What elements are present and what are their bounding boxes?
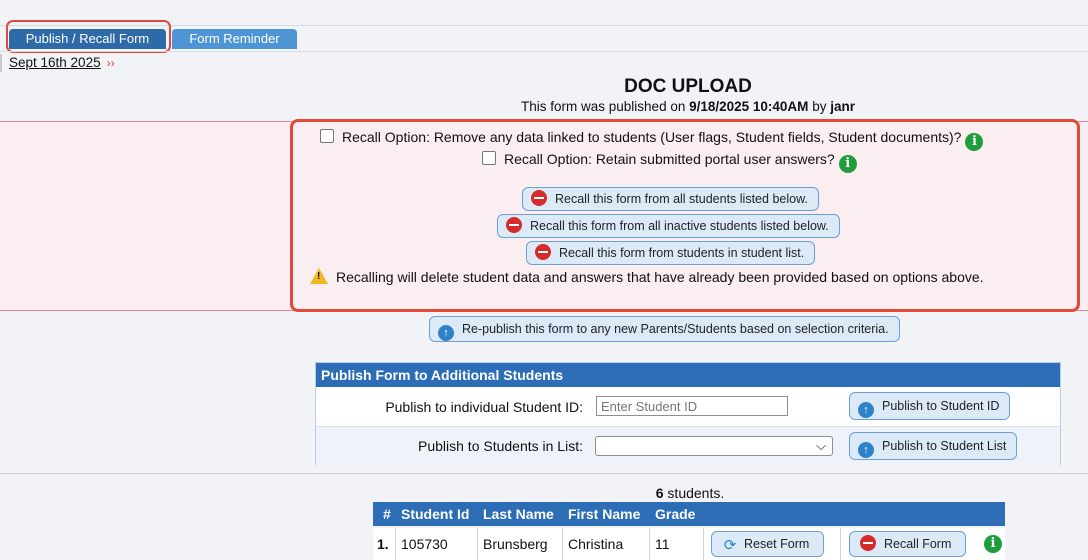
reset-form-label: Reset Form bbox=[744, 537, 810, 551]
cell-divider bbox=[562, 528, 563, 560]
cell-divider bbox=[477, 528, 478, 560]
republish-label: Re-publish this form to any new Parents/… bbox=[462, 322, 889, 336]
publish-info-prefix: This form was published on bbox=[521, 99, 690, 114]
retain-answers-checkbox[interactable] bbox=[482, 151, 496, 165]
first-name-cell: Christina bbox=[568, 536, 624, 552]
publish-student-list-label: Publish to Student List bbox=[882, 439, 1007, 453]
warning-icon: ! bbox=[310, 268, 328, 284]
row-number: 1. bbox=[377, 536, 389, 552]
student-count-number: 6 bbox=[655, 485, 664, 501]
breadcrumb-date-link[interactable]: Sept 16th 2025 bbox=[9, 55, 101, 70]
arrow-up-icon: ↑ bbox=[438, 325, 454, 341]
reset-form-button[interactable]: ⟳ Reset Form bbox=[711, 531, 825, 557]
breadcrumb: Sept 16th 2025 ›› bbox=[0, 54, 115, 72]
recall-form-button[interactable]: Recall Form bbox=[849, 531, 967, 557]
recall-list-label: Recall this form from students in studen… bbox=[559, 246, 805, 260]
recall-warning: ! Recalling will delete student data and … bbox=[310, 268, 984, 286]
cell-divider bbox=[649, 528, 650, 560]
publish-student-id-row: Publish to individual Student ID: ↑ Publi… bbox=[316, 387, 1060, 427]
no-entry-icon bbox=[860, 535, 876, 551]
no-entry-icon bbox=[535, 244, 551, 260]
publish-user: janr bbox=[830, 99, 855, 114]
form-title: DOC UPLOAD bbox=[624, 76, 752, 97]
section-divider bbox=[0, 473, 1088, 474]
tab-publish-recall[interactable]: Publish / Recall Form bbox=[9, 29, 166, 49]
cell-divider bbox=[840, 528, 841, 560]
no-entry-icon bbox=[531, 190, 547, 206]
info-icon[interactable]: i bbox=[838, 155, 857, 173]
info-icon[interactable]: i bbox=[984, 535, 1002, 553]
publish-list-row: Publish to Students in List: ⌵ ↑ Publish … bbox=[316, 427, 1060, 465]
column-header-first-name[interactable]: First Name bbox=[568, 502, 640, 526]
recall-option-remove-data: Recall Option: Remove any data linked to… bbox=[320, 128, 984, 151]
tab-form-reminder[interactable]: Form Reminder bbox=[172, 29, 297, 49]
table-header: # Student Id Last Name First Name Grade bbox=[373, 502, 1005, 526]
recall-inactive-label: Recall this form from all inactive stude… bbox=[530, 219, 829, 233]
arrow-up-icon: ↑ bbox=[858, 402, 874, 418]
student-count: 6 students. bbox=[560, 485, 820, 501]
remove-data-checkbox[interactable] bbox=[320, 129, 334, 143]
publish-student-id-button[interactable]: ↑ Publish to Student ID bbox=[849, 392, 1011, 420]
student-list-select[interactable]: ⌵ bbox=[595, 436, 833, 456]
recall-list-button[interactable]: Recall this form from students in studen… bbox=[526, 241, 816, 265]
publish-info: This form was published on 9/18/2025 10:… bbox=[0, 99, 1088, 114]
recall-warning-text: Recalling will delete student data and a… bbox=[336, 269, 984, 285]
arrow-up-icon: ↑ bbox=[858, 442, 874, 458]
table-row: 1. 105730 Brunsberg Christina 11 ⟳ Reset … bbox=[373, 528, 1005, 560]
column-header-last-name[interactable]: Last Name bbox=[483, 502, 554, 526]
remove-data-label: Recall Option: Remove any data linked to… bbox=[342, 129, 962, 145]
last-name-cell: Brunsberg bbox=[483, 536, 548, 552]
recall-option-retain-answers: Recall Option: Retain submitted portal u… bbox=[482, 150, 857, 173]
publish-date: 9/18/2025 10:40AM bbox=[689, 99, 809, 114]
recall-inactive-button[interactable]: Recall this form from all inactive stude… bbox=[497, 214, 840, 238]
column-header-number: # bbox=[383, 506, 391, 522]
publish-panel: Publish Form to Additional Students Publ… bbox=[315, 362, 1061, 465]
student-id-label: Publish to individual Student ID: bbox=[385, 399, 583, 415]
republish-button[interactable]: ↑ Re-publish this form to any new Parents… bbox=[429, 316, 900, 342]
publish-student-list-button[interactable]: ↑ Publish to Student List bbox=[849, 432, 1018, 460]
publish-panel-header: Publish Form to Additional Students bbox=[316, 363, 1060, 387]
column-header-student-id[interactable]: Student Id bbox=[401, 502, 469, 526]
recall-all-label: Recall this form from all students liste… bbox=[555, 192, 808, 206]
recall-form-label: Recall Form bbox=[884, 537, 952, 551]
grade-cell: 11 bbox=[655, 536, 670, 552]
chevron-down-icon: ⌵ bbox=[816, 438, 826, 453]
publish-by-word: by bbox=[808, 99, 831, 114]
student-count-suffix: students. bbox=[663, 485, 725, 501]
cell-divider bbox=[703, 528, 704, 560]
column-header-grade[interactable]: Grade bbox=[655, 502, 695, 526]
refresh-icon: ⟳ bbox=[723, 537, 737, 554]
info-icon[interactable]: i bbox=[965, 133, 984, 151]
no-entry-icon bbox=[506, 217, 522, 233]
student-list-label: Publish to Students in List: bbox=[418, 438, 583, 454]
cell-divider bbox=[395, 528, 396, 560]
retain-answers-label: Recall Option: Retain submitted portal u… bbox=[504, 151, 835, 167]
publish-student-id-label: Publish to Student ID bbox=[882, 399, 1000, 413]
chevron-right-icon: ›› bbox=[106, 56, 115, 70]
student-id-input[interactable] bbox=[596, 396, 788, 416]
recall-all-button[interactable]: Recall this form from all students liste… bbox=[522, 187, 819, 211]
student-id-cell: 105730 bbox=[401, 536, 448, 552]
tab-divider bbox=[0, 51, 1088, 52]
